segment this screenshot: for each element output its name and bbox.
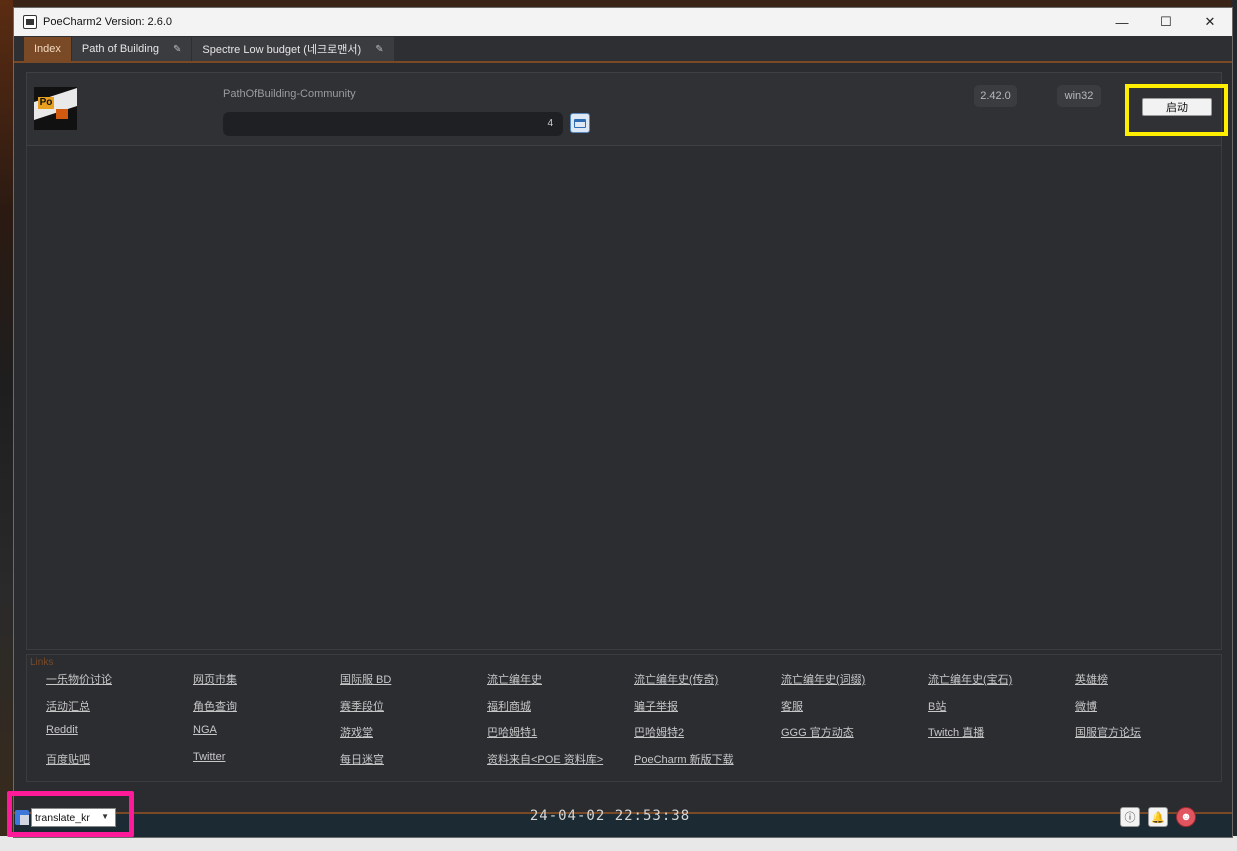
link-item[interactable]: 网页市集 bbox=[193, 671, 340, 698]
app-icon bbox=[23, 15, 37, 29]
title-bar: PoeCharm2 Version: 2.6.0 — ☐ ✕ bbox=[14, 8, 1232, 36]
content-area bbox=[26, 146, 1222, 650]
progress-value: 4 bbox=[547, 118, 553, 129]
app-name: PathOfBuilding-Community bbox=[223, 88, 356, 100]
app-logo: Po bbox=[34, 87, 77, 130]
link-item[interactable]: NGA bbox=[193, 724, 340, 751]
link-item[interactable]: 角色查询 bbox=[193, 698, 340, 725]
taskbar-background bbox=[0, 836, 1237, 851]
pin-icon[interactable]: ✎ bbox=[375, 44, 383, 55]
version-badge: 2.42.0 bbox=[974, 85, 1017, 107]
maximize-button[interactable]: ☐ bbox=[1144, 8, 1188, 36]
link-item[interactable]: 活动汇总 bbox=[46, 698, 193, 725]
app-window: PoeCharm2 Version: 2.6.0 — ☐ ✕ Index Pat… bbox=[13, 7, 1233, 838]
app-card bbox=[26, 72, 1222, 146]
folder-icon bbox=[574, 118, 586, 128]
link-item[interactable]: 流亡编年史 bbox=[487, 671, 634, 698]
tab-label: Index bbox=[34, 43, 61, 55]
link-item[interactable]: 每日迷宫 bbox=[340, 751, 487, 778]
link-item[interactable]: Twitch 直播 bbox=[928, 724, 1075, 751]
link-item[interactable]: 客服 bbox=[781, 698, 928, 725]
link-item[interactable]: 骗子举报 bbox=[634, 698, 781, 725]
tab-bar: Index Path of Building ✎ Spectre Low bud… bbox=[14, 36, 1232, 61]
link-item[interactable]: 巴哈姆特1 bbox=[487, 724, 634, 751]
link-item[interactable]: 赛季段位 bbox=[340, 698, 487, 725]
platform-badge: win32 bbox=[1057, 85, 1101, 107]
links-title: Links bbox=[30, 657, 54, 668]
close-button[interactable]: ✕ bbox=[1188, 8, 1232, 36]
tab-spectre-build[interactable]: Spectre Low budget (네크로맨서) ✎ bbox=[192, 37, 394, 61]
link-item[interactable]: 资料来自<POE 资料库> bbox=[487, 751, 634, 778]
link-item[interactable]: GGG 官方动态 bbox=[781, 724, 928, 751]
link-item[interactable]: 流亡编年史(传奇) bbox=[634, 671, 781, 698]
link-item[interactable]: 巴哈姆特2 bbox=[634, 724, 781, 751]
datetime: 24-04-02 22:53:38 bbox=[529, 808, 691, 824]
open-folder-button[interactable] bbox=[570, 113, 590, 133]
window-title: PoeCharm2 Version: 2.6.0 bbox=[43, 16, 173, 28]
tab-label: Path of Building bbox=[81, 43, 159, 55]
progress-bar: 4 bbox=[223, 112, 563, 136]
minimize-button[interactable]: — bbox=[1100, 8, 1144, 36]
link-item[interactable]: 百度贴吧 bbox=[46, 751, 193, 778]
pin-icon[interactable]: ✎ bbox=[173, 44, 181, 55]
avatar-icon[interactable]: ☻ bbox=[1176, 807, 1196, 827]
link-item[interactable]: 微博 bbox=[1075, 698, 1222, 725]
tab-path-of-building[interactable]: Path of Building ✎ bbox=[71, 37, 192, 61]
launch-button[interactable]: 启动 bbox=[1142, 98, 1212, 116]
link-item[interactable]: Reddit bbox=[46, 724, 193, 751]
link-item[interactable]: 福利商城 bbox=[487, 698, 634, 725]
desktop-background-left bbox=[0, 0, 13, 851]
link-item[interactable]: 流亡编年史(宝石) bbox=[928, 671, 1075, 698]
link-item[interactable]: 一乐物价讨论 bbox=[46, 671, 193, 698]
window-controls: — ☐ ✕ bbox=[1100, 8, 1232, 36]
link-item[interactable]: 英雄榜 bbox=[1075, 671, 1222, 698]
link-item[interactable]: 国服官方论坛 bbox=[1075, 724, 1222, 751]
links-panel: Links 一乐物价讨论 网页市集 国际服 BD 流亡编年史 流亡编年史(传奇) 流亡编年… bbox=[26, 654, 1222, 782]
link-item[interactable]: PoeCharm 新版下载 bbox=[634, 751, 781, 778]
link-item[interactable]: 国际服 BD bbox=[340, 671, 487, 698]
bell-icon[interactable]: 🔔 bbox=[1148, 807, 1168, 827]
tab-index[interactable]: Index bbox=[24, 37, 71, 61]
link-item[interactable]: 游戏堂 bbox=[340, 724, 487, 751]
link-item[interactable]: B站 bbox=[928, 698, 1075, 725]
tab-divider bbox=[14, 61, 1232, 63]
link-item[interactable]: Twitter bbox=[193, 751, 340, 778]
info-icon[interactable]: ⓘ bbox=[1120, 807, 1140, 827]
links-grid: 一乐物价讨论 网页市集 国际服 BD 流亡编年史 流亡编年史(传奇) 流亡编年史(词缀) 流… bbox=[46, 671, 1222, 777]
tab-label: Spectre Low budget (네크로맨서) bbox=[202, 44, 362, 56]
link-item[interactable]: 流亡编年史(词缀) bbox=[781, 671, 928, 698]
